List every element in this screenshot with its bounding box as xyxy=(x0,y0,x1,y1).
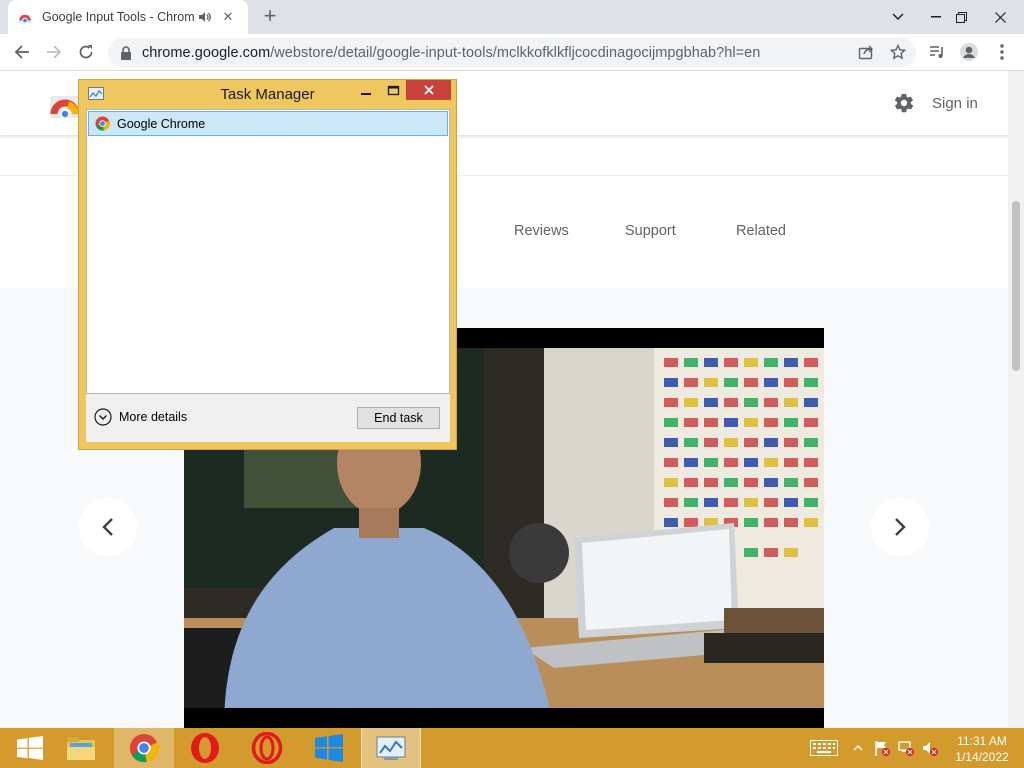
page-scrollbar[interactable] xyxy=(1008,71,1024,728)
tm-close-button[interactable] xyxy=(406,80,451,100)
profile-avatar-icon[interactable] xyxy=(955,38,983,66)
browser-toolbar: chrome.google.com/webstore/detail/google… xyxy=(0,34,1024,71)
tab-reviews[interactable]: Reviews xyxy=(514,223,569,239)
tab-search-chevron-icon[interactable] xyxy=(882,0,914,34)
task-manager-icon xyxy=(376,736,406,760)
tm-minimize-icon[interactable] xyxy=(359,84,373,98)
taskbar-file-explorer[interactable] xyxy=(51,728,111,768)
taskbar-google-chrome[interactable] xyxy=(114,728,174,768)
network-icon[interactable] xyxy=(896,728,916,768)
address-bar[interactable]: chrome.google.com/webstore/detail/google… xyxy=(108,38,916,67)
expand-chevron-icon xyxy=(94,408,112,426)
tab-title: Google Input Tools - Chrome Web Store xyxy=(42,10,194,24)
task-manager-app-list: Google Chrome xyxy=(86,109,450,394)
taskbar-windows-store[interactable] xyxy=(299,728,359,768)
lock-icon[interactable] xyxy=(120,45,132,60)
clock-date: 1/14/2022 xyxy=(955,750,1009,764)
back-icon[interactable] xyxy=(8,38,36,66)
chevron-right-icon xyxy=(895,518,906,536)
gallery-prev-button[interactable] xyxy=(79,498,137,556)
tab-related[interactable]: Related xyxy=(736,223,786,239)
opera-icon xyxy=(191,733,219,763)
browser-tab[interactable]: Google Input Tools - Chrome Web Store ✕ xyxy=(8,0,248,34)
opera-browser-icon xyxy=(251,732,283,764)
reload-icon[interactable] xyxy=(72,38,100,66)
settings-gear-icon[interactable] xyxy=(893,92,915,114)
taskbar-opera[interactable] xyxy=(175,728,235,768)
more-details-toggle[interactable]: More details xyxy=(94,408,187,426)
app-name: Google Chrome xyxy=(117,116,206,131)
clock-time: 11:31 AM xyxy=(957,734,1007,748)
taskbar-opera-gx[interactable] xyxy=(237,728,297,768)
url-domain: chrome.google.com xyxy=(142,44,271,61)
task-manager-window: Task Manager Google Chrome More details xyxy=(78,79,457,450)
bookmark-star-icon[interactable] xyxy=(884,38,912,66)
taskbar-task-manager[interactable] xyxy=(361,728,421,768)
task-manager-footer: More details End task xyxy=(86,394,450,442)
more-details-label: More details xyxy=(119,410,188,424)
browser-tab-strip: Google Input Tools - Chrome Web Store ✕ … xyxy=(0,0,1024,34)
system-clock[interactable]: 11:31 AM 1/14/2022 xyxy=(950,733,1014,765)
gallery-next-button[interactable] xyxy=(871,498,929,556)
url-path: /webstore/detail/google-input-tools/mclk… xyxy=(270,44,761,61)
close-icon xyxy=(423,85,434,95)
end-task-button[interactable]: End task xyxy=(357,407,440,429)
show-hidden-icons-chevron-icon[interactable] xyxy=(850,728,866,768)
task-manager-titlebar[interactable]: Task Manager xyxy=(79,80,456,108)
tab-support[interactable]: Support xyxy=(625,223,676,239)
sign-in-link[interactable]: Sign in xyxy=(932,95,978,112)
chrome-web-store-icon xyxy=(18,14,32,24)
windows-store-icon xyxy=(315,734,343,762)
chevron-left-icon xyxy=(102,518,113,536)
audio-playing-icon[interactable] xyxy=(198,10,212,24)
page-scrollbar-thumb[interactable] xyxy=(1012,201,1020,371)
file-explorer-icon xyxy=(67,737,95,760)
tm-maximize-icon[interactable] xyxy=(387,84,401,98)
close-tab-icon[interactable]: ✕ xyxy=(220,9,236,25)
volume-muted-icon[interactable] xyxy=(920,728,940,768)
app-row-google-chrome[interactable]: Google Chrome xyxy=(88,111,448,136)
windows-logo-icon xyxy=(17,736,43,760)
forward-icon[interactable] xyxy=(40,38,68,66)
windows-taskbar: 11:31 AM 1/14/2022 xyxy=(0,728,1024,768)
action-center-flag-icon[interactable] xyxy=(872,728,892,768)
menu-kebab-icon[interactable] xyxy=(988,38,1016,66)
google-chrome-icon xyxy=(129,733,159,763)
media-control-icon[interactable] xyxy=(923,38,951,66)
restore-window-icon[interactable] xyxy=(945,0,977,34)
share-icon[interactable] xyxy=(852,38,880,66)
close-window-icon[interactable] xyxy=(984,0,1016,34)
new-tab-button[interactable]: + xyxy=(258,5,282,29)
url-text[interactable]: chrome.google.com/webstore/detail/google… xyxy=(142,45,760,61)
chrome-web-store-logo-icon[interactable] xyxy=(50,90,80,118)
google-chrome-icon xyxy=(95,116,110,131)
touch-keyboard-icon[interactable] xyxy=(808,728,840,768)
